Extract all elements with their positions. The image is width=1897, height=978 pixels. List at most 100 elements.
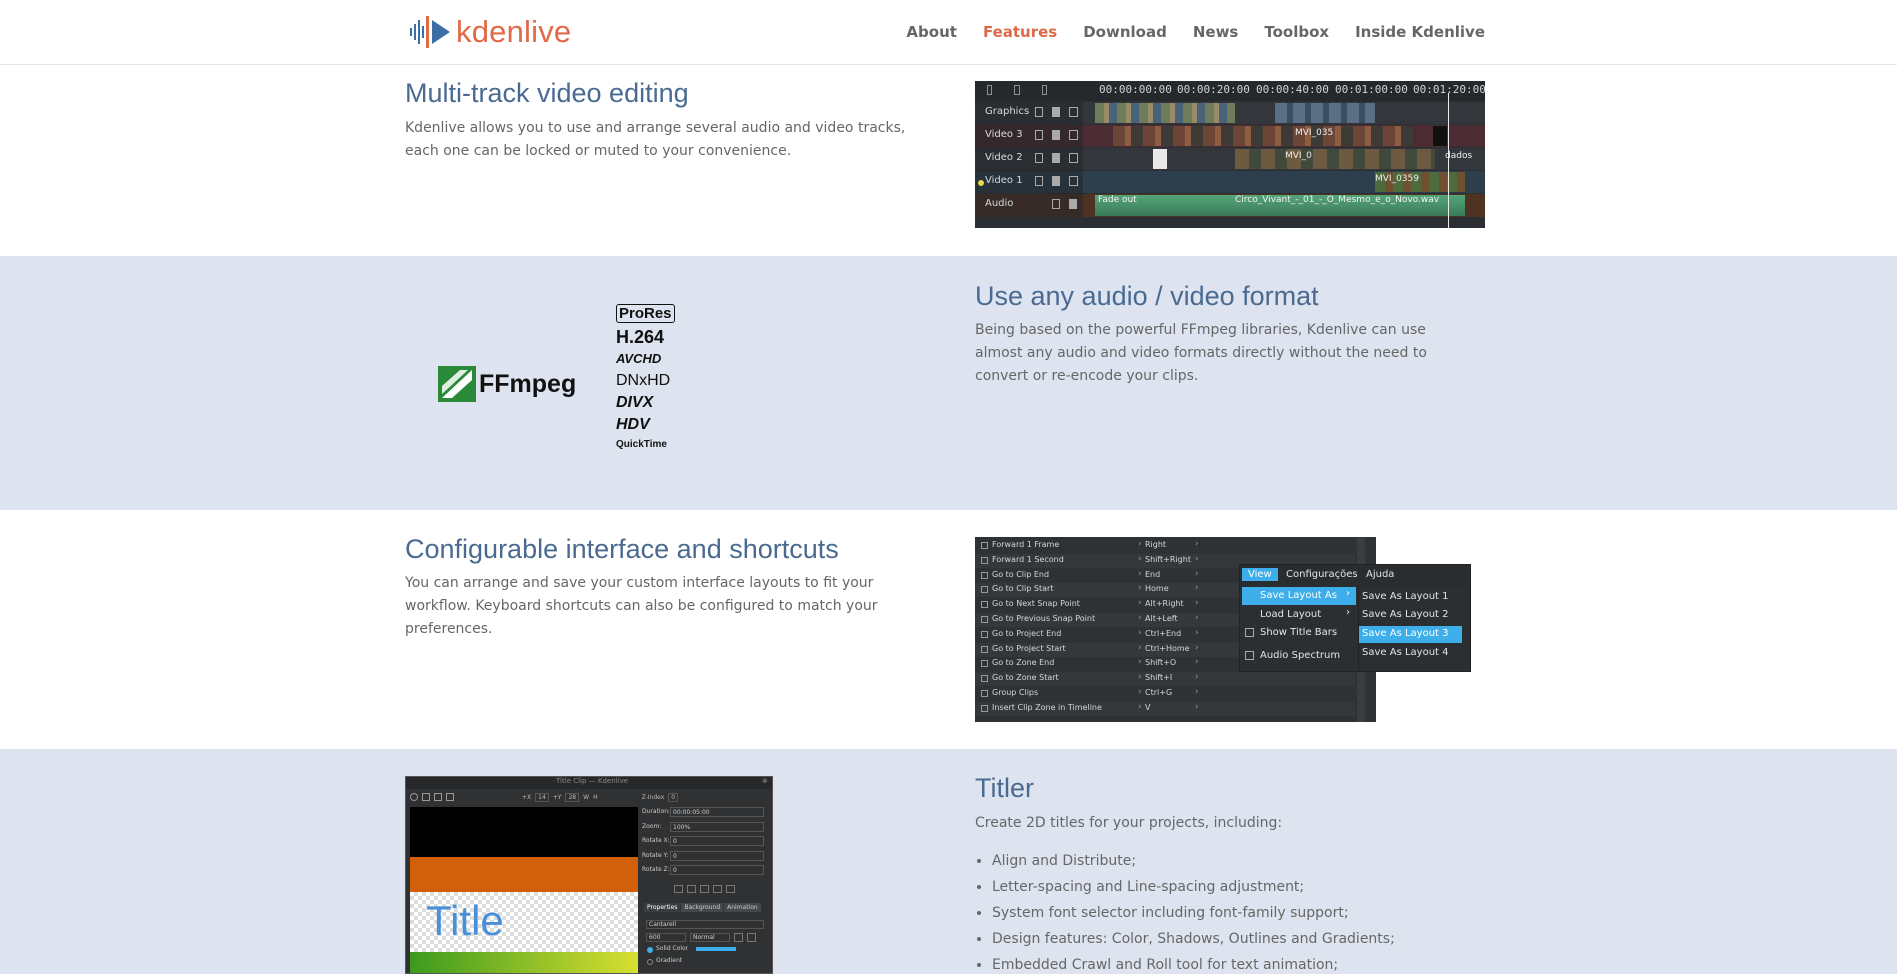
titler-field-input[interactable]: 0 [670, 850, 764, 861]
shortcut-key[interactable]: Ctrl+Home [1145, 644, 1190, 653]
mute-icon[interactable] [1052, 176, 1060, 186]
solid-color-swatch[interactable] [696, 947, 736, 951]
shortcut-row[interactable]: Insert Clip Zone in Timeline › V › [975, 701, 1355, 716]
shortcut-key[interactable]: Shift+I [1145, 673, 1172, 682]
lock-icon[interactable] [1035, 130, 1043, 140]
menubar-ajuda[interactable]: Ajuda [1366, 569, 1394, 580]
font-weight-select[interactable]: Normal [690, 933, 730, 942]
shortcut-action: Go to Zone End [992, 658, 1055, 668]
toolbar-field[interactable]: 28 [565, 792, 580, 802]
submenu-save-layout-4[interactable]: Save As Layout 4 [1362, 647, 1449, 658]
align-left-icon[interactable] [674, 885, 683, 893]
underline-icon[interactable] [734, 933, 743, 942]
titler-field-input[interactable]: 00:00:05:00 [670, 807, 764, 817]
mute-icon[interactable] [1052, 107, 1060, 117]
nav-download[interactable]: Download [1083, 23, 1167, 41]
hide-icon[interactable] [1069, 176, 1078, 186]
image-tool-icon[interactable] [446, 793, 454, 801]
menubar-view[interactable]: View [1242, 568, 1278, 581]
lock-icon[interactable] [1052, 199, 1060, 209]
clip-video3[interactable] [1113, 126, 1413, 146]
kdenlive-logo[interactable]: kdenlive [408, 14, 571, 50]
shortcut-key[interactable]: Home [1145, 584, 1169, 593]
playhead[interactable] [1448, 93, 1449, 228]
shortcut-row[interactable]: Go to Zone Start › Shift+I › [975, 672, 1355, 687]
titler-field-input[interactable]: 100% [670, 821, 764, 832]
nav-news[interactable]: News [1193, 23, 1239, 41]
mute-icon[interactable] [1069, 199, 1077, 209]
rect-tool-icon[interactable] [434, 793, 442, 801]
toolbar-label: +X [522, 793, 532, 801]
shortcut-key[interactable]: Alt+Left [1145, 614, 1178, 623]
align-bottom-icon[interactable] [726, 885, 735, 893]
titler-field-input[interactable]: 0 [670, 836, 764, 846]
align-center-icon[interactable] [687, 885, 696, 893]
menu-item-show-title-bars[interactable]: Show Title Bars [1260, 627, 1337, 638]
nav-inside-kdenlive[interactable]: Inside Kdenlive [1355, 23, 1485, 41]
submenu-save-layout-3[interactable]: Save As Layout 3 [1362, 628, 1449, 639]
clip-label: MVI_0359 [1375, 174, 1419, 184]
font-size-field[interactable]: 600 [646, 933, 686, 942]
formats-logos: FFmpeg ProRes H.264 AVCHD DNxHD DIVX HDV… [436, 296, 696, 471]
text-tool-icon[interactable] [422, 793, 430, 801]
shortcut-action: Forward 1 Frame [992, 540, 1060, 549]
shortcut-key[interactable]: Ctrl+End [1145, 629, 1181, 638]
hide-icon[interactable] [1069, 107, 1078, 117]
select-tool-icon[interactable] [410, 793, 418, 801]
menu-item-audio-spectrum[interactable]: Audio Spectrum [1260, 650, 1340, 661]
chevron-right-icon: › [1138, 613, 1142, 623]
lock-icon[interactable] [1035, 153, 1043, 163]
italic-icon[interactable] [747, 933, 756, 942]
nav-features[interactable]: Features [983, 23, 1057, 41]
titler-field-input[interactable]: 0 [670, 865, 764, 875]
shortcut-key[interactable]: End [1145, 570, 1160, 579]
align-right-icon[interactable] [700, 885, 709, 893]
hide-icon[interactable] [1069, 153, 1078, 163]
lock-icon[interactable] [1035, 107, 1043, 117]
shortcut-key[interactable]: Shift+O [1145, 658, 1176, 667]
radio-solid-color[interactable] [647, 947, 653, 953]
mute-icon[interactable] [1052, 153, 1060, 163]
nav-about[interactable]: About [906, 23, 957, 41]
preview-title-text[interactable]: Title [426, 897, 504, 945]
shortcut-key[interactable]: V [1145, 703, 1150, 712]
toolbar-field[interactable]: 14 [535, 792, 549, 802]
format-prores: ProRes [616, 304, 675, 323]
clip-video3[interactable] [1433, 126, 1447, 146]
hide-icon[interactable] [1069, 130, 1078, 140]
submenu-save-layout-1[interactable]: Save As Layout 1 [1362, 591, 1449, 602]
tab-properties[interactable]: Properties [644, 903, 681, 912]
menubar-configuracoes[interactable]: Configurações [1286, 569, 1358, 580]
checkbox-show-title-bars[interactable] [1245, 628, 1254, 637]
interface-heading: Configurable interface and shortcuts [405, 534, 839, 564]
submenu-save-layout-2[interactable]: Save As Layout 2 [1362, 609, 1449, 620]
clip-video2[interactable] [1153, 149, 1167, 169]
font-select[interactable]: Cantarell [646, 920, 764, 929]
clip-video2[interactable] [1235, 149, 1435, 169]
toolbar-field[interactable]: 0 [668, 792, 679, 802]
shortcut-row[interactable]: Group Clips › Ctrl+G › [975, 687, 1355, 701]
tab-animation[interactable]: Animation [724, 903, 761, 912]
align-top-icon[interactable] [713, 885, 722, 893]
shortcut-key[interactable]: Shift+Right [1145, 555, 1191, 564]
menu-item-load-layout[interactable]: Load Layout [1260, 609, 1321, 620]
radio-gradient[interactable] [647, 959, 653, 965]
shortcut-key[interactable]: Right [1145, 540, 1166, 549]
checkbox-audio-spectrum[interactable] [1245, 651, 1254, 660]
format-dnxhd: DNxHD [616, 372, 671, 389]
shortcut-key[interactable]: Ctrl+G [1145, 688, 1172, 697]
shortcut-key[interactable]: Alt+Right [1145, 599, 1184, 608]
nav-toolbox[interactable]: Toolbox [1264, 23, 1329, 41]
close-icon[interactable]: ⊗ [762, 777, 768, 785]
clip-graphics[interactable] [1275, 103, 1375, 123]
mute-icon[interactable] [1052, 130, 1060, 140]
multitrack-heading: Multi-track video editing [405, 78, 689, 108]
lock-icon[interactable] [1035, 176, 1043, 186]
track-label: Graphics [985, 106, 1030, 117]
clip-graphics[interactable] [1095, 103, 1235, 123]
titler-preview[interactable]: Title [410, 807, 638, 973]
menu-item-save-layout[interactable]: Save Layout As [1260, 590, 1337, 601]
tab-background[interactable]: Background [681, 903, 724, 912]
titler-field-row: Rotate Y: 0 [642, 850, 770, 863]
shortcut-row[interactable]: Forward 1 Frame › Right › [975, 539, 1355, 553]
